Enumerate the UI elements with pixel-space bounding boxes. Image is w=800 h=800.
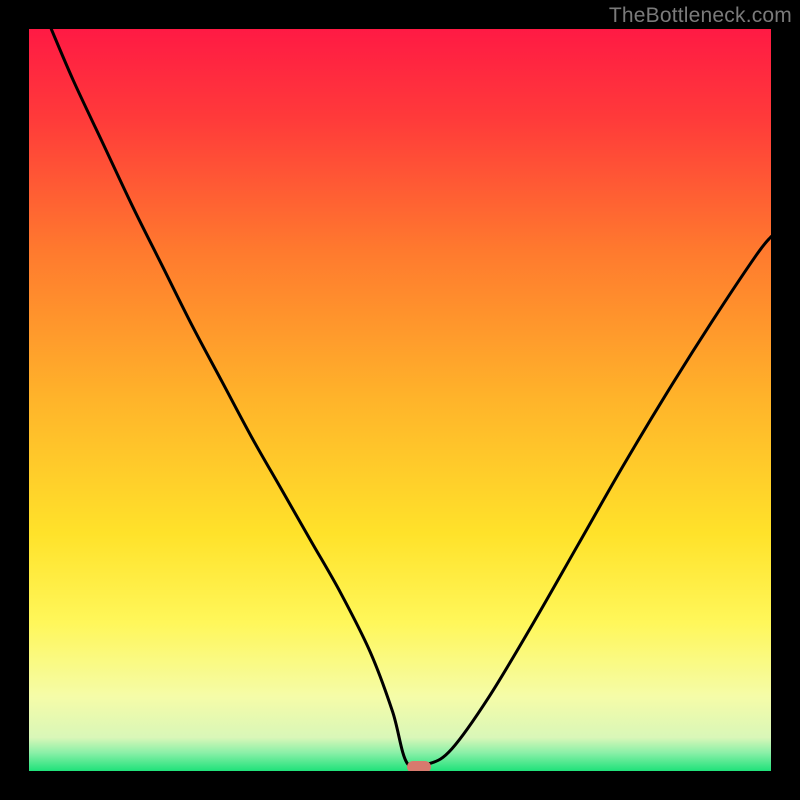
chart-frame: TheBottleneck.com bbox=[0, 0, 800, 800]
plot-area bbox=[29, 29, 771, 771]
optimum-marker bbox=[407, 761, 431, 771]
bottleneck-curve bbox=[29, 29, 771, 771]
watermark-label: TheBottleneck.com bbox=[609, 4, 792, 28]
